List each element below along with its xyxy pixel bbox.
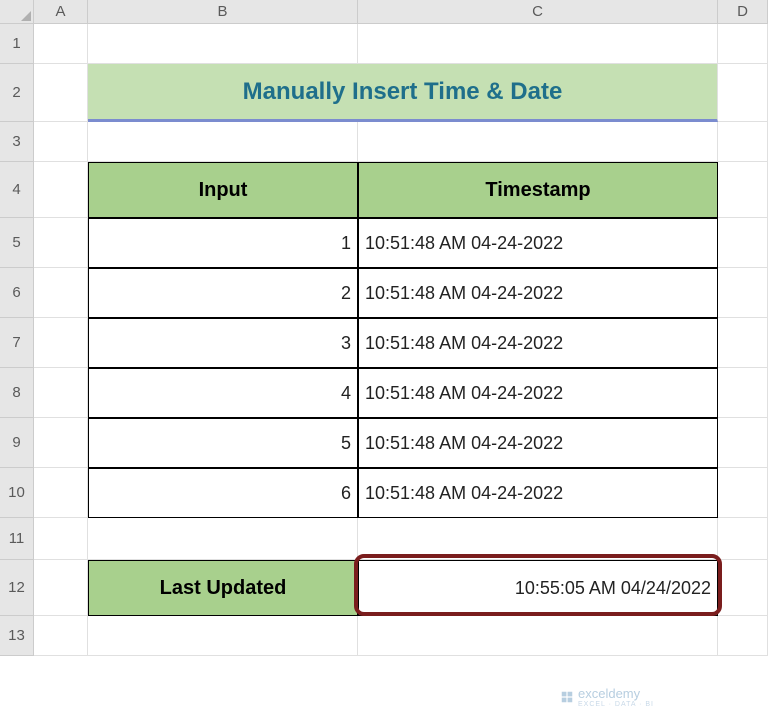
- row-header-3[interactable]: 3: [0, 122, 34, 162]
- row-header-5[interactable]: 5: [0, 218, 34, 268]
- row-header-6[interactable]: 6: [0, 268, 34, 318]
- cell-C1[interactable]: [358, 24, 718, 64]
- watermark-name: exceldemy: [578, 686, 640, 701]
- row-header-10[interactable]: 10: [0, 468, 34, 518]
- cell-D7[interactable]: [718, 318, 768, 368]
- cell-A2[interactable]: [34, 64, 88, 122]
- table-row[interactable]: 3: [88, 318, 358, 368]
- watermark-tagline: EXCEL · DATA · BI: [578, 701, 654, 708]
- row-header-13[interactable]: 13: [0, 616, 34, 656]
- last-updated-value[interactable]: 10:55:05 AM 04/24/2022: [358, 560, 718, 616]
- cell-C11[interactable]: [358, 518, 718, 560]
- table-row[interactable]: 10:51:48 AM 04-24-2022: [358, 368, 718, 418]
- table-row[interactable]: 10:51:48 AM 04-24-2022: [358, 468, 718, 518]
- table-row[interactable]: 10:51:48 AM 04-24-2022: [358, 318, 718, 368]
- row-header-8[interactable]: 8: [0, 368, 34, 418]
- table-row[interactable]: 10:51:48 AM 04-24-2022: [358, 418, 718, 468]
- cell-A4[interactable]: [34, 162, 88, 218]
- cell-B11[interactable]: [88, 518, 358, 560]
- cell-A9[interactable]: [34, 418, 88, 468]
- table-row[interactable]: 5: [88, 418, 358, 468]
- cell-B1[interactable]: [88, 24, 358, 64]
- cell-D3[interactable]: [718, 122, 768, 162]
- cell-A13[interactable]: [34, 616, 88, 656]
- cell-A6[interactable]: [34, 268, 88, 318]
- table-row[interactable]: 4: [88, 368, 358, 418]
- cell-D8[interactable]: [718, 368, 768, 418]
- watermark: exceldemy EXCEL · DATA · BI: [560, 686, 654, 708]
- row-header-7[interactable]: 7: [0, 318, 34, 368]
- cell-B3[interactable]: [88, 122, 358, 162]
- header-input[interactable]: Input: [88, 162, 358, 218]
- cell-A8[interactable]: [34, 368, 88, 418]
- cell-A7[interactable]: [34, 318, 88, 368]
- col-header-D[interactable]: D: [718, 0, 768, 24]
- cell-D4[interactable]: [718, 162, 768, 218]
- cell-D11[interactable]: [718, 518, 768, 560]
- cell-A10[interactable]: [34, 468, 88, 518]
- cell-A12[interactable]: [34, 560, 88, 616]
- cell-D12[interactable]: [718, 560, 768, 616]
- row-header-2[interactable]: 2: [0, 64, 34, 122]
- cell-A1[interactable]: [34, 24, 88, 64]
- select-all-corner[interactable]: [0, 0, 34, 24]
- row-header-9[interactable]: 9: [0, 418, 34, 468]
- cell-A11[interactable]: [34, 518, 88, 560]
- col-header-C[interactable]: C: [358, 0, 718, 24]
- watermark-icon: [560, 690, 574, 704]
- table-row[interactable]: 10:51:48 AM 04-24-2022: [358, 218, 718, 268]
- header-timestamp[interactable]: Timestamp: [358, 162, 718, 218]
- cell-C13[interactable]: [358, 616, 718, 656]
- table-row[interactable]: 6: [88, 468, 358, 518]
- cell-A5[interactable]: [34, 218, 88, 268]
- cell-D6[interactable]: [718, 268, 768, 318]
- last-updated-label[interactable]: Last Updated: [88, 560, 358, 616]
- col-header-A[interactable]: A: [34, 0, 88, 24]
- cell-B13[interactable]: [88, 616, 358, 656]
- cell-D2[interactable]: [718, 64, 768, 122]
- row-header-4[interactable]: 4: [0, 162, 34, 218]
- cell-D9[interactable]: [718, 418, 768, 468]
- table-row[interactable]: 2: [88, 268, 358, 318]
- cell-D1[interactable]: [718, 24, 768, 64]
- row-header-12[interactable]: 12: [0, 560, 34, 616]
- table-row[interactable]: 1: [88, 218, 358, 268]
- title-cell[interactable]: Manually Insert Time & Date: [88, 64, 718, 122]
- cell-D10[interactable]: [718, 468, 768, 518]
- row-header-1[interactable]: 1: [0, 24, 34, 64]
- cell-C3[interactable]: [358, 122, 718, 162]
- cell-A3[interactable]: [34, 122, 88, 162]
- col-header-B[interactable]: B: [88, 0, 358, 24]
- cell-D13[interactable]: [718, 616, 768, 656]
- cell-D5[interactable]: [718, 218, 768, 268]
- table-row[interactable]: 10:51:48 AM 04-24-2022: [358, 268, 718, 318]
- row-header-11[interactable]: 11: [0, 518, 34, 560]
